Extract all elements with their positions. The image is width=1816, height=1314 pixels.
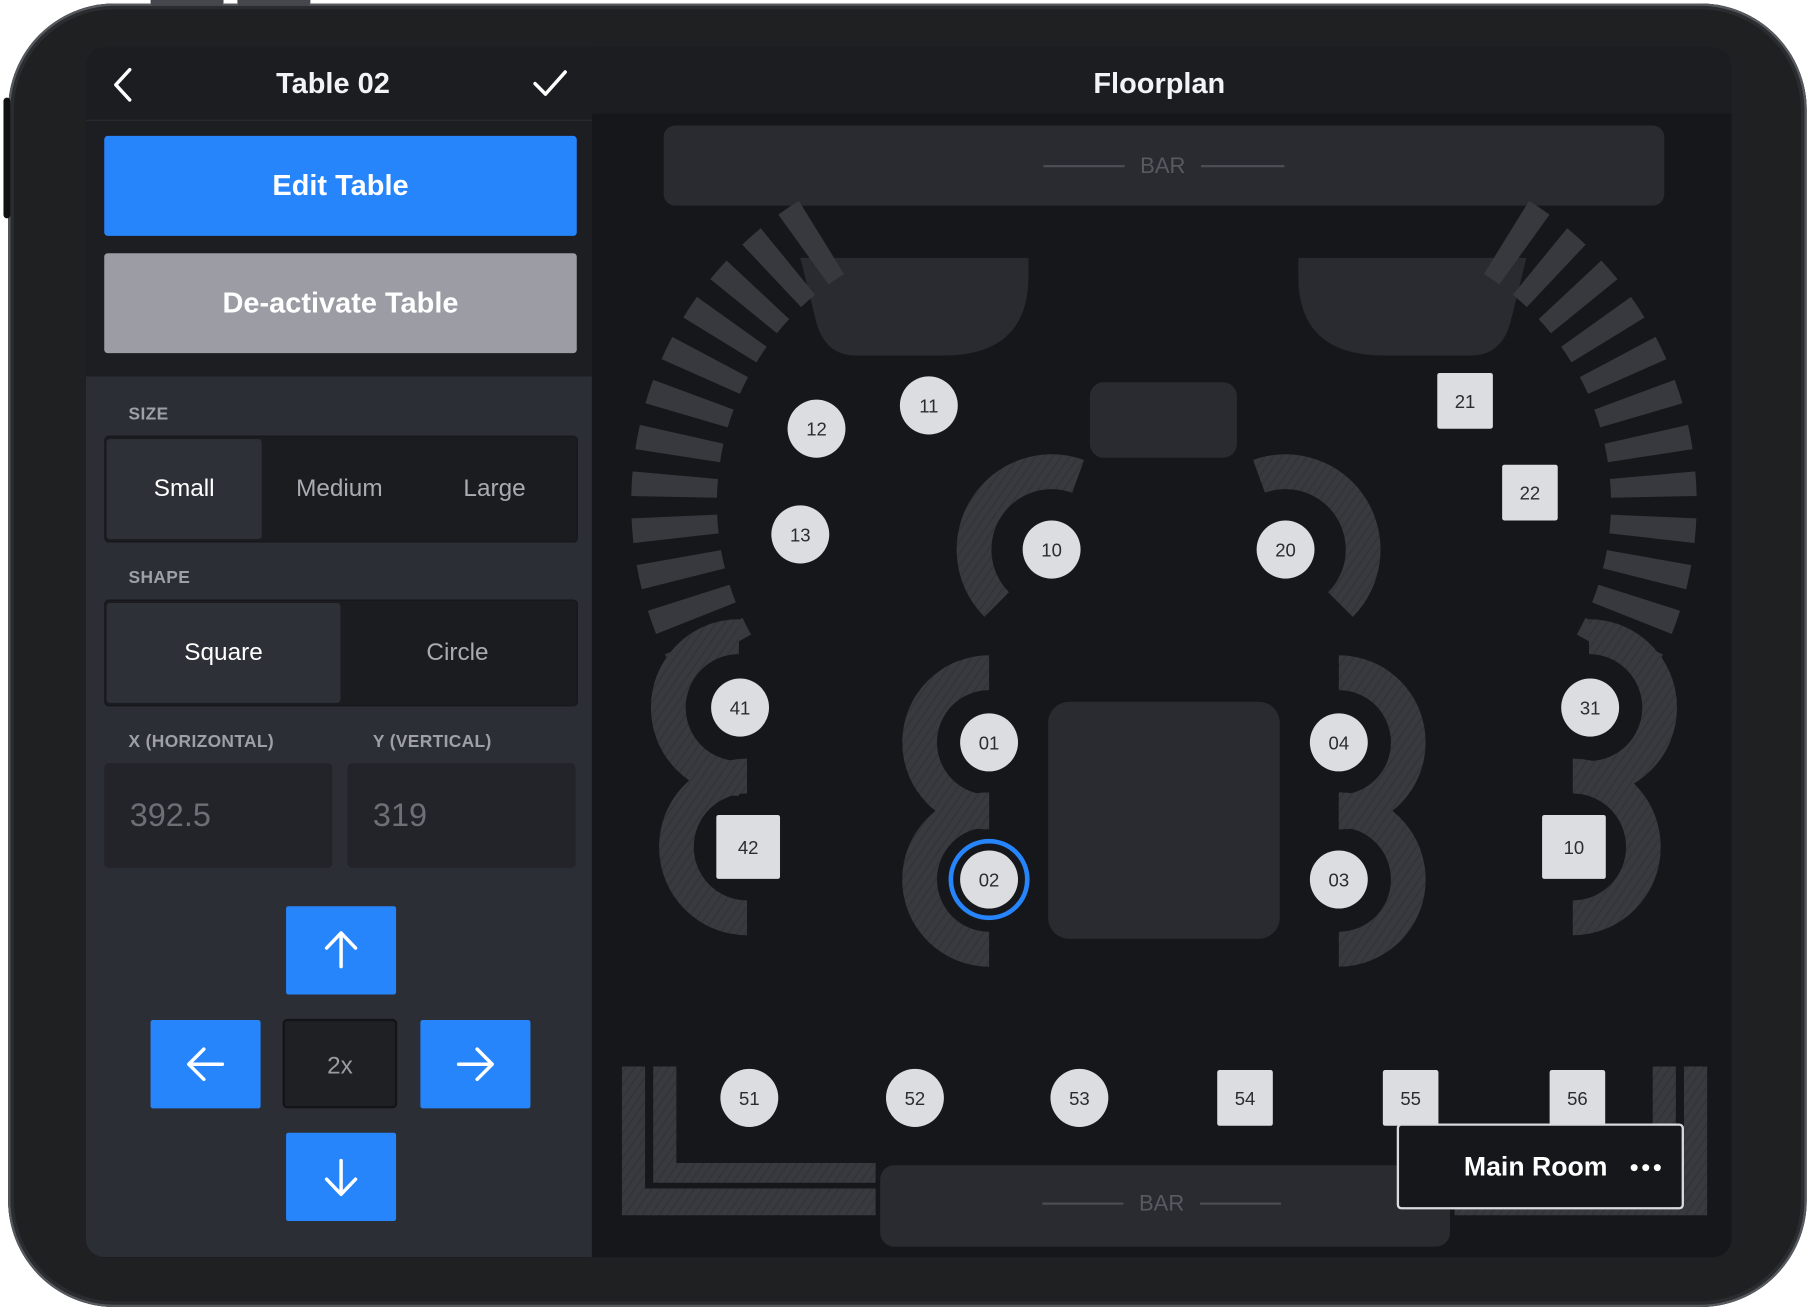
move-up-button[interactable] — [286, 906, 397, 995]
y-label: Y (VERTICAL) — [372, 731, 492, 752]
bar-bottom-label: BAR — [1139, 1191, 1184, 1216]
banquette-fan-right — [1604, 424, 1693, 463]
table-number: 56 — [1567, 1088, 1588, 1109]
floorplan-header: Floorplan — [591, 47, 1732, 114]
table-number: 11 — [919, 395, 938, 416]
banquette-fan-left — [636, 550, 725, 590]
shape-option-circle[interactable]: Circle — [340, 603, 574, 703]
banquette-fan-right — [1602, 550, 1692, 590]
table-number: 12 — [806, 419, 827, 440]
table-number: 04 — [1329, 732, 1350, 753]
table-10[interactable]: 10 — [1542, 815, 1606, 879]
table-number: 20 — [1275, 539, 1296, 560]
bar-top: BAR — [663, 125, 1665, 206]
floorplan-title: Floorplan — [1093, 67, 1226, 100]
table-31[interactable]: 31 — [1561, 678, 1620, 737]
table-number: 03 — [1329, 869, 1350, 890]
center-island — [1048, 701, 1280, 939]
table-number: 22 — [1520, 483, 1541, 504]
device-sensor — [150, 0, 224, 6]
device-side-button — [3, 97, 11, 219]
arrow-right-icon — [456, 1047, 494, 1082]
edit-table-button[interactable]: Edit Table — [104, 135, 577, 236]
floorplan-map: BAR BAR 11121310 20212241420102040331105… — [621, 125, 1708, 1247]
room-name: Main Room — [1463, 1151, 1608, 1182]
table-42[interactable]: 42 — [716, 815, 781, 879]
table-number: 41 — [730, 697, 751, 718]
table-52[interactable]: 52 — [885, 1068, 944, 1127]
y-position-field[interactable]: 319 — [347, 763, 576, 868]
banquette-fan-left — [631, 514, 719, 543]
table-number: 31 — [1580, 697, 1601, 718]
table-number: 53 — [1069, 1088, 1090, 1109]
table-12[interactable]: 12 — [787, 399, 846, 458]
shape-label: SHAPE — [128, 568, 191, 588]
bar-top-label: BAR — [1140, 153, 1185, 178]
shape-segmented-control: Square Circle — [104, 599, 578, 707]
table-number: 21 — [1455, 391, 1476, 412]
banquette-fan-right — [1609, 471, 1697, 498]
table-41[interactable]: 41 — [711, 678, 770, 737]
screen: Table 02 Edit Table De-activate Table SI… — [85, 47, 1732, 1258]
table-55[interactable]: 55 — [1382, 1070, 1439, 1126]
table-number: 42 — [738, 837, 759, 858]
table-22[interactable]: 22 — [1502, 464, 1558, 521]
floorplan-canvas: BAR BAR 11 12 13 10 20 21 22 41 42 01 02… — [595, 113, 1732, 1258]
sidebar-header: Table 02 — [85, 47, 592, 121]
service-station — [1089, 382, 1237, 458]
table-20[interactable]: 20 — [1256, 520, 1315, 579]
table-number: 13 — [790, 524, 811, 545]
banquette-fan-left — [645, 379, 734, 428]
size-option-medium[interactable]: Medium — [262, 439, 417, 539]
banquette-fan-right — [1609, 514, 1697, 543]
size-option-large[interactable]: Large — [417, 439, 572, 539]
device-sensor — [237, 0, 311, 6]
move-right-button[interactable] — [420, 1020, 531, 1109]
banquette-fan-right — [1594, 379, 1683, 428]
table-10[interactable]: 10 — [1022, 520, 1081, 579]
table-04[interactable]: 04 — [1309, 713, 1368, 772]
room-selector-button[interactable]: Main Room — [1396, 1123, 1684, 1210]
table-number: 54 — [1235, 1088, 1256, 1109]
edit-sidebar: Table 02 Edit Table De-activate Table SI… — [85, 47, 592, 1258]
table-51[interactable]: 51 — [720, 1068, 779, 1127]
move-left-button[interactable] — [150, 1020, 261, 1109]
table-01[interactable]: 01 — [960, 713, 1019, 772]
size-label: SIZE — [128, 404, 169, 425]
table-11[interactable]: 11 — [899, 376, 958, 435]
table-54[interactable]: 54 — [1217, 1070, 1273, 1126]
x-label: X (HORIZONTAL) — [128, 731, 274, 752]
x-position-field[interactable]: 392.5 — [104, 763, 333, 868]
table-13[interactable]: 13 — [771, 505, 830, 564]
shape-option-square[interactable]: Square — [106, 602, 341, 703]
table-number: 02 — [979, 869, 1000, 890]
move-down-button[interactable] — [286, 1132, 397, 1222]
table-number: 52 — [905, 1088, 926, 1109]
arrow-down-icon — [324, 1158, 358, 1197]
table-56[interactable]: 56 — [1549, 1070, 1606, 1126]
banquette-fan-left — [635, 424, 724, 463]
table-21[interactable]: 21 — [1437, 372, 1493, 429]
banquette-fan-left — [631, 471, 718, 498]
checkmark-icon[interactable] — [532, 67, 569, 100]
bar-bottom: BAR — [880, 1165, 1451, 1247]
size-option-small[interactable]: Small — [106, 439, 262, 540]
table-number: 10 — [1041, 539, 1062, 560]
table-number: 01 — [979, 732, 1000, 753]
table-03[interactable]: 03 — [1309, 850, 1368, 909]
table-number: 10 — [1564, 837, 1585, 858]
table-02[interactable]: 02 — [948, 838, 1030, 921]
table-53[interactable]: 53 — [1050, 1068, 1109, 1127]
table-number: 55 — [1400, 1088, 1421, 1109]
table-number: 51 — [739, 1088, 760, 1109]
step-multiplier-button[interactable]: 2x — [282, 1018, 398, 1109]
deactivate-table-button[interactable]: De-activate Table — [104, 253, 577, 354]
arrow-up-icon — [324, 931, 358, 969]
sidebar-title: Table 02 — [276, 67, 390, 100]
arrow-left-icon — [187, 1047, 225, 1082]
size-segmented-control: Small Medium Large — [104, 435, 578, 543]
